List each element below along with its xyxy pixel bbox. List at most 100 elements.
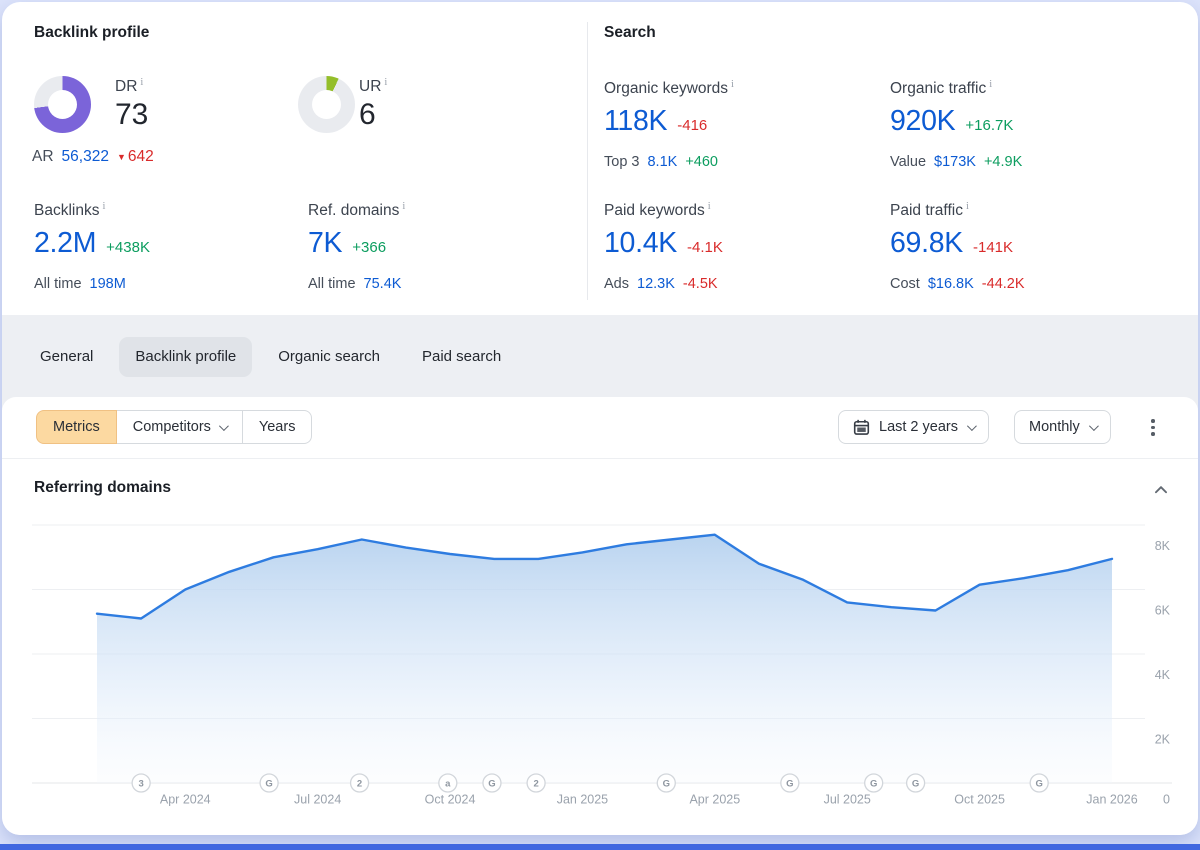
collapse-section-button[interactable] [1152, 481, 1170, 504]
svg-text:G: G [1035, 779, 1042, 790]
cost-label: Cost [890, 275, 920, 293]
tab-backlink-profile[interactable]: Backlink profile [119, 337, 252, 377]
calendar-icon [853, 419, 870, 436]
value-amount[interactable]: $173K [934, 153, 976, 171]
svg-text:2K: 2K [1155, 733, 1171, 747]
info-icon[interactable] [986, 76, 992, 98]
backlinks-delta: +438K [106, 231, 150, 265]
info-icon[interactable] [137, 74, 143, 96]
svg-text:Oct 2025: Oct 2025 [954, 793, 1005, 807]
svg-text:2: 2 [357, 779, 362, 790]
paid-traffic-value[interactable]: 69.8K [890, 226, 963, 260]
top3-value[interactable]: 8.1K [647, 153, 677, 171]
tab-general[interactable]: General [24, 337, 109, 377]
ref-domains-metric: Ref. domains 7K +366 All time 75.4K [308, 198, 405, 293]
organic-traffic-label: Organic traffic [890, 80, 986, 97]
chevron-down-icon [219, 421, 229, 431]
svg-text:Jan 2025: Jan 2025 [557, 793, 608, 807]
chevron-down-icon [1089, 421, 1099, 431]
section-divider [587, 22, 588, 300]
chart-panel: Metrics Competitors Years Last 2 years M… [2, 397, 1198, 835]
svg-text:Oct 2024: Oct 2024 [425, 793, 476, 807]
ads-value[interactable]: 12.3K [637, 275, 675, 293]
years-button[interactable]: Years [243, 410, 313, 444]
ar-delta: 642 [128, 148, 154, 165]
cost-value[interactable]: $16.8K [928, 275, 974, 293]
bottom-accent-bar [0, 844, 1200, 850]
tab-organic-search[interactable]: Organic search [262, 337, 396, 377]
dr-value: 73 [115, 99, 148, 131]
ref-domains-label: Ref. domains [308, 202, 399, 219]
info-icon[interactable] [963, 198, 969, 220]
metrics-button[interactable]: Metrics [36, 410, 117, 444]
backlinks-value[interactable]: 2.2M [34, 226, 96, 260]
all-time-label: All time [308, 275, 356, 293]
svg-text:Apr 2024: Apr 2024 [160, 793, 211, 807]
backlinks-metric: Backlinks 2.2M +438K All time 198M [34, 198, 150, 293]
all-time-value[interactable]: 75.4K [364, 275, 402, 293]
svg-text:3: 3 [138, 779, 143, 790]
svg-text:Jan 2026: Jan 2026 [1086, 793, 1137, 807]
organic-keywords-metric: Organic keywords 118K -416 Top 3 8.1K +4… [604, 76, 734, 171]
svg-text:G: G [488, 779, 495, 790]
paid-keywords-metric: Paid keywords 10.4K -4.1K Ads 12.3K -4.5… [604, 198, 723, 293]
chevron-up-icon [1152, 481, 1170, 499]
ur-donut-chart [298, 76, 355, 133]
organic-keywords-label: Organic keywords [604, 80, 728, 97]
ar-value[interactable]: 56,322 [62, 148, 109, 166]
ar-rank-row: AR 56,322 642 [32, 148, 154, 166]
view-segmented-control: Metrics Competitors Years [36, 410, 312, 444]
organic-traffic-delta: +16.7K [965, 109, 1013, 143]
dr-donut-chart [34, 76, 91, 133]
value-label: Value [890, 153, 926, 171]
svg-text:Apr 2025: Apr 2025 [689, 793, 740, 807]
ads-delta: -4.5K [683, 275, 718, 293]
svg-text:G: G [912, 779, 919, 790]
dr-metric: DR 73 [115, 74, 148, 131]
backlinks-label: Backlinks [34, 202, 99, 219]
granularity-button[interactable]: Monthly [1014, 410, 1111, 444]
svg-text:6K: 6K [1155, 604, 1171, 618]
ref-domains-value[interactable]: 7K [308, 226, 342, 260]
paid-keywords-delta: -4.1K [687, 231, 723, 265]
top3-label: Top 3 [604, 153, 639, 171]
tab-paid-search[interactable]: Paid search [406, 337, 517, 377]
divider [2, 458, 1198, 459]
ar-label: AR [32, 148, 54, 166]
organic-keywords-delta: -416 [677, 109, 707, 143]
paid-keywords-value[interactable]: 10.4K [604, 226, 677, 260]
chart-title: Referring domains [34, 479, 171, 497]
svg-text:G: G [786, 779, 793, 790]
svg-text:8K: 8K [1155, 539, 1171, 553]
svg-text:Jul 2025: Jul 2025 [824, 793, 871, 807]
organic-traffic-metric: Organic traffic 920K +16.7K Value $173K … [890, 76, 1022, 171]
info-icon[interactable] [381, 74, 387, 96]
dr-label: DR [115, 78, 137, 95]
more-options-button[interactable] [1147, 415, 1159, 440]
competitors-button[interactable]: Competitors [117, 410, 243, 444]
paid-traffic-label: Paid traffic [890, 202, 963, 219]
info-icon[interactable] [399, 198, 405, 220]
organic-keywords-value[interactable]: 118K [604, 104, 667, 138]
svg-text:G: G [870, 779, 877, 790]
ur-metric: UR 6 [359, 74, 387, 131]
ads-label: Ads [604, 275, 629, 293]
info-icon[interactable] [728, 76, 734, 98]
all-time-label: All time [34, 275, 82, 293]
paid-traffic-metric: Paid traffic 69.8K -141K Cost $16.8K -44… [890, 198, 1025, 293]
svg-text:4K: 4K [1155, 668, 1171, 682]
report-tabs: General Backlink profile Organic search … [24, 337, 517, 377]
chevron-down-icon [967, 421, 977, 431]
referring-domains-chart[interactable]: 8K6K4K2K0Apr 2024Jul 2024Oct 2024Jan 202… [32, 515, 1177, 815]
ur-value: 6 [359, 99, 387, 131]
info-icon[interactable] [705, 198, 711, 220]
all-time-value[interactable]: 198M [90, 275, 126, 293]
info-icon[interactable] [99, 198, 105, 220]
organic-traffic-value[interactable]: 920K [890, 104, 955, 138]
value-delta: +4.9K [984, 153, 1022, 171]
backlink-profile-section-title: Backlink profile [34, 24, 149, 42]
ref-domains-delta: +366 [352, 231, 386, 265]
ur-label: UR [359, 78, 381, 95]
top3-delta: +460 [685, 153, 718, 171]
date-range-button[interactable]: Last 2 years [838, 410, 989, 444]
